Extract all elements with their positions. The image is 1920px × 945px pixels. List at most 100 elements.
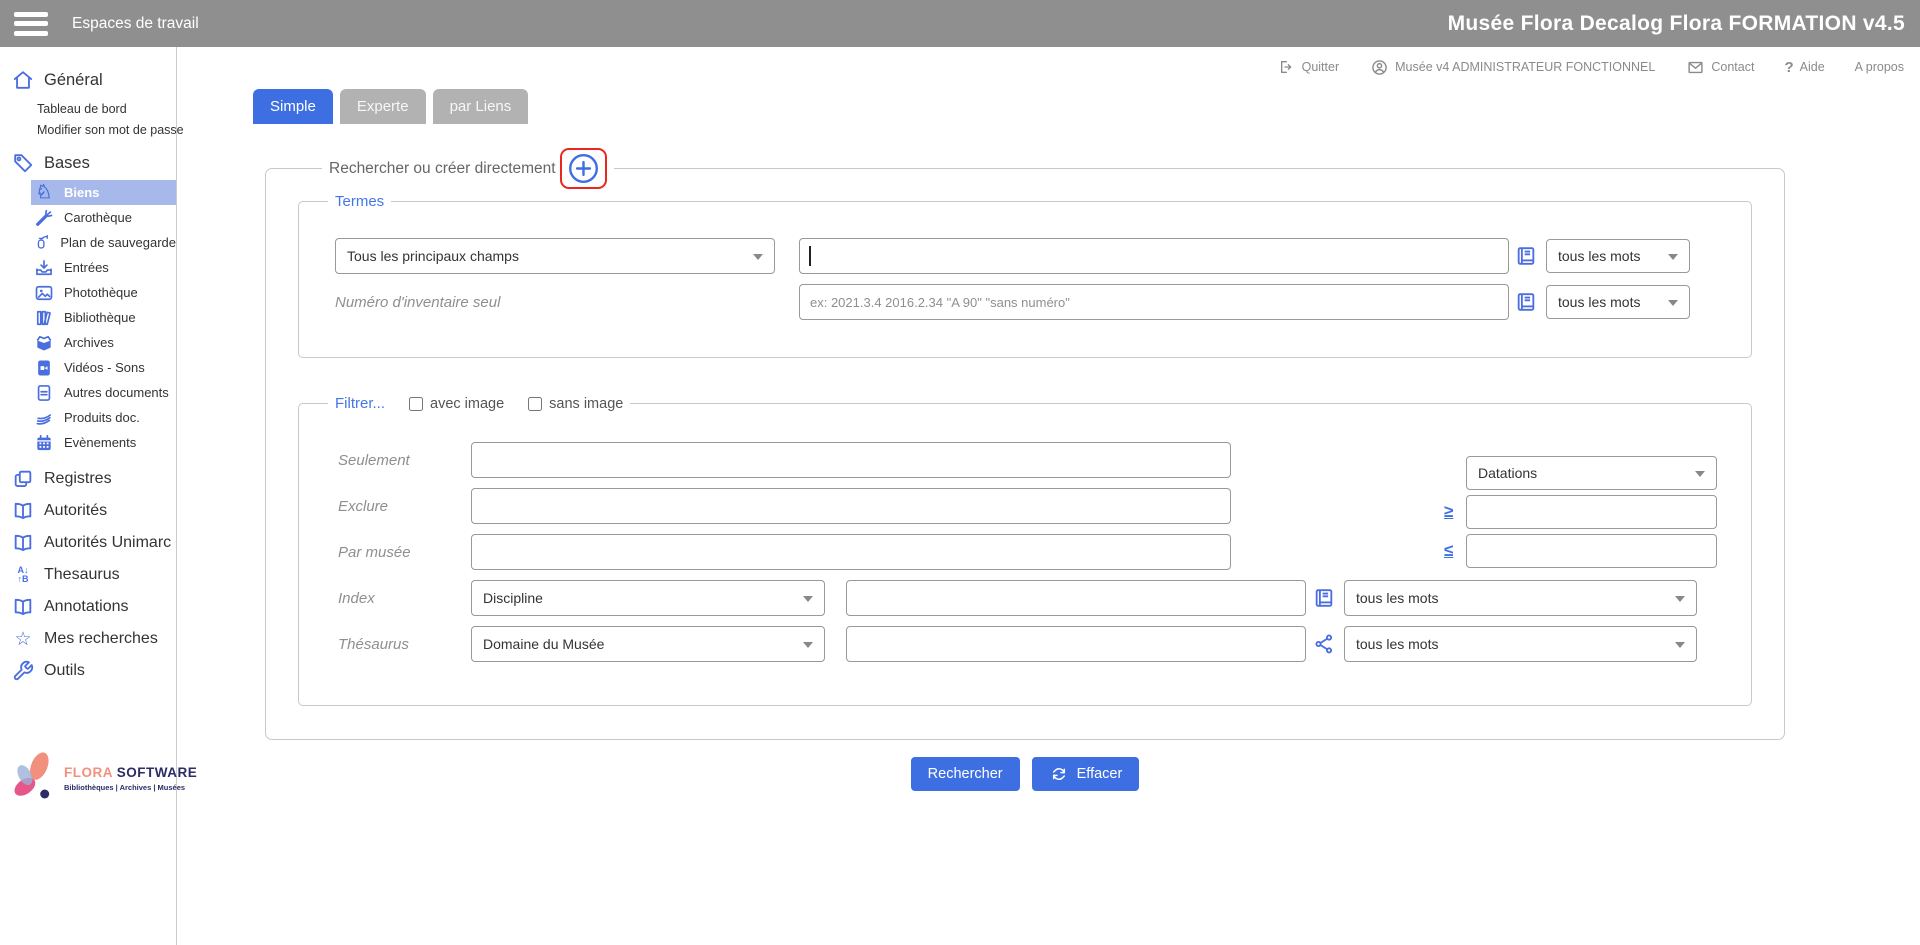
sidebar-section-bases[interactable]: Bases [0,150,176,176]
open-box-icon [34,333,54,353]
page: Espaces de travail Musée Flora Decalog F… [0,0,1920,945]
with-image-checkbox[interactable]: avec image [409,396,504,412]
sidebar-item-outils[interactable]: Outils [0,655,176,687]
user-icon [1369,57,1389,77]
only-input[interactable] [471,442,1231,478]
calendar-icon [34,433,54,453]
refresh-icon [1049,764,1069,784]
envelope-icon [1685,57,1705,77]
open-book-icon [12,596,34,618]
sidebar-item-annotations[interactable]: Annotations [0,591,176,623]
brand-tagline: Bibliothèques | Archives | Musées [64,783,197,792]
sidebar-item-produits-doc[interactable]: Produits doc. [31,405,176,430]
sidebar-item-archives[interactable]: Archives [31,330,176,355]
stacked-sheets-icon [34,408,54,428]
workspace-label[interactable]: Espaces de travail [72,15,199,33]
thesaurus-label: Thésaurus [338,636,471,653]
flora-flower-icon [6,747,60,810]
index-scope-select[interactable]: Discipline [471,580,825,616]
less-equal-link[interactable]: ≤ [1444,541,1453,561]
tab-experte[interactable]: Experte [340,89,426,124]
greater-equal-link[interactable]: ≥ [1444,502,1453,522]
search-term-input[interactable] [799,238,1509,274]
logout-icon [1276,57,1296,77]
field-scope-select[interactable]: Tous les principaux champs [335,238,775,274]
document-icon [34,383,54,403]
termes-legend[interactable]: Termes [328,193,391,210]
text-caret [809,246,811,266]
filter-legend[interactable]: Filtrer... [335,395,385,412]
hamburger-menu-icon[interactable] [14,12,48,36]
open-book-icon [12,532,34,554]
sidebar-item-evenements[interactable]: Evènements [31,430,176,455]
tab-simple[interactable]: Simple [253,89,333,124]
sidebar-section-label: Bases [44,154,90,173]
filter-section: Filtrer... avec image sans image Seuleme… [298,395,1752,706]
index-input[interactable] [846,580,1306,616]
sidebar-item-entrees[interactable]: Entrées [31,255,176,280]
inbox-download-icon [34,258,54,278]
date-to-input[interactable] [1466,534,1717,568]
photo-icon [34,283,54,303]
brand-secondary: SOFTWARE [117,765,198,780]
video-file-icon [34,358,54,378]
stacked-pages-icon [12,468,34,490]
clear-button[interactable]: Effacer [1032,757,1140,791]
by-museum-input[interactable] [471,534,1231,570]
thesaurus-mode-select[interactable]: tous les mots [1344,626,1697,662]
books-icon [34,308,54,328]
utility-bar: Quitter Musée v4 ADMINISTRATEUR FONCTION… [177,47,1920,87]
sidebar-item-autorites-unimarc[interactable]: Autorités Unimarc [0,527,176,559]
inventory-number-label: Numéro d'inventaire seul [335,294,775,311]
wrench-icon [12,660,34,682]
sidebar-item-phototheque[interactable]: Photothèque [31,280,176,305]
sidebar-item-autorites[interactable]: Autorités [0,495,176,527]
sidebar-item-biens[interactable]: ♘ Biens [31,180,176,205]
sidebar-item-videos-sons[interactable]: Vidéos - Sons [31,355,176,380]
index-book-icon[interactable] [1313,587,1335,609]
term-mode-select[interactable]: tous les mots [1546,239,1690,273]
about-link[interactable]: A propos [1855,60,1904,74]
inventory-mode-select[interactable]: tous les mots [1546,285,1690,319]
index-mode-select[interactable]: tous les mots [1344,580,1697,616]
sidebar-item-plan-de-sauvegarde[interactable]: Plan de sauvegarde [31,230,176,255]
question-mark-icon: ? [1784,59,1793,76]
without-image-checkbox[interactable]: sans image [528,396,623,412]
sidebar-item-bibliotheque[interactable]: Bibliothèque [31,305,176,330]
thesaurus-input[interactable] [846,626,1306,662]
exclude-label: Exclure [338,498,471,515]
sidebar-item-thesaurus[interactable]: A↓↑B Thesaurus [0,559,176,591]
sort-alpha-icon: A↓↑B [12,564,34,586]
contact-link[interactable]: Contact [1685,57,1754,77]
sidebar-item-registres[interactable]: Registres [0,463,176,495]
sidebar-item-tableau-de-bord[interactable]: Tableau de bord [37,101,176,117]
sidebar-item-autres-documents[interactable]: Autres documents [31,380,176,405]
datations-scope-select[interactable]: Datations [1466,456,1717,490]
index-label: Index [338,590,471,607]
search-button[interactable]: Rechercher [911,757,1020,791]
quit-link[interactable]: Quitter [1276,57,1340,77]
user-menu[interactable]: Musée v4 ADMINISTRATEUR FONCTIONNEL [1369,57,1655,77]
fire-extinguisher-icon [34,233,50,253]
help-link[interactable]: ? Aide [1784,59,1824,76]
date-from-input[interactable] [1466,495,1717,529]
top-header-bar: Espaces de travail Musée Flora Decalog F… [0,0,1920,47]
checkbox-icon [409,397,423,411]
index-book-icon[interactable] [1515,291,1537,313]
sidebar-section-label: Général [44,71,103,90]
star-icon: ☆ [12,628,34,650]
create-record-button[interactable] [567,152,600,185]
share-network-icon[interactable] [1313,633,1335,655]
inventory-number-input[interactable] [799,284,1509,320]
sidebar-item-modifier-mot-de-passe[interactable]: Modifier son mot de passe [37,122,176,138]
sidebar-item-carotheque[interactable]: Carothèque [31,205,176,230]
sidebar-item-mes-recherches[interactable]: ☆ Mes recherches [0,623,176,655]
index-book-icon[interactable] [1515,245,1537,267]
exclude-input[interactable] [471,488,1231,524]
thesaurus-scope-select[interactable]: Domaine du Musée [471,626,825,662]
sidebar: Général Tableau de bord Modifier son mot… [0,47,177,945]
sidebar-section-general[interactable]: Général [0,67,176,93]
annotation-highlight [560,148,607,189]
tag-icon [12,152,34,174]
tab-par-liens[interactable]: par Liens [433,89,529,124]
